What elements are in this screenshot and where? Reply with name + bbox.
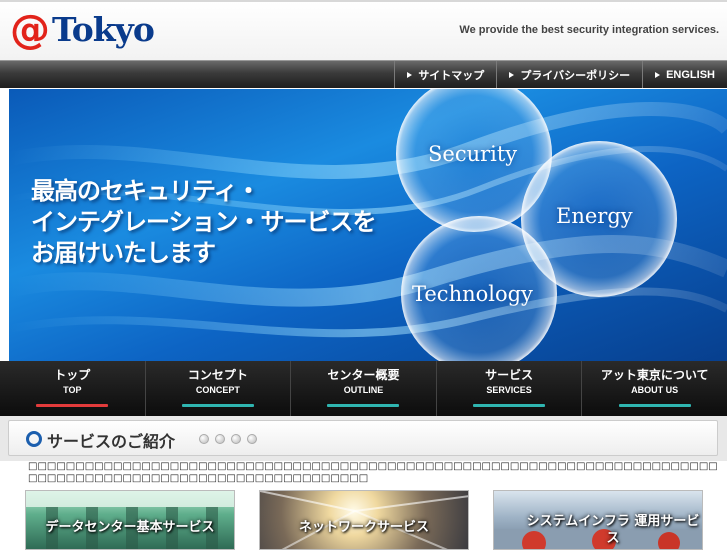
section-header: サービスのご紹介	[8, 420, 718, 456]
card-label: ネットワークサービス	[298, 520, 429, 535]
logo-wordmark: Tokyo	[52, 10, 155, 49]
hero-banner: 最高のセキュリティ・ インテグレーション・サービスを お届けいたします Secu…	[9, 89, 727, 361]
services-body: □□□□□□□□□□□□□□□□□□□□□□□□□□□□□□□□□□□□□□□□…	[0, 461, 727, 550]
hero-headline-line-2: インテグレーション・サービスを	[31, 208, 377, 236]
slide-dots	[199, 434, 257, 444]
nav-item-label: アット東京について	[600, 368, 709, 382]
circle-label-security: Security	[428, 142, 518, 166]
nav-item-top[interactable]: トップ TOP	[0, 361, 145, 416]
triangle-bullet-icon	[655, 71, 661, 78]
site-logo[interactable]: @ Tokyo	[10, 7, 155, 53]
sitemap-link-label: サイトマップ	[418, 69, 485, 82]
english-link-label: ENGLISH	[666, 68, 715, 81]
nav-item-label: センター概要	[327, 368, 400, 382]
nav-item-services[interactable]: サービス SERVICES	[435, 361, 582, 416]
nav-item-sublabel: CONCEPT	[195, 385, 240, 395]
hero-headline-line-3: お届けいたします	[31, 239, 216, 267]
nav-indicator	[473, 404, 546, 407]
nav-indicator	[181, 404, 254, 407]
nav-item-outline[interactable]: センター概要 OUTLINE	[290, 361, 436, 416]
tagline: We provide the best security integration…	[459, 24, 719, 36]
english-link[interactable]: ENGLISH	[642, 61, 727, 88]
card-datacenter[interactable]: データセンター基本サービス	[25, 490, 235, 550]
slide-dot[interactable]	[247, 434, 257, 444]
global-nav: トップ TOP コンセプト CONCEPT センター概要 OUTLINE サービ…	[0, 361, 727, 416]
nav-item-sublabel: ABOUT US	[631, 385, 679, 395]
triangle-bullet-icon	[509, 71, 515, 78]
privacy-policy-link-label: プライバシーポリシー	[520, 69, 631, 82]
triangle-bullet-icon	[407, 71, 413, 78]
card-network[interactable]: ネットワークサービス	[259, 490, 469, 550]
nav-indicator	[618, 404, 691, 407]
nav-indicator	[327, 404, 400, 407]
slide-dot[interactable]	[199, 434, 209, 444]
nav-item-sublabel: OUTLINE	[343, 385, 384, 395]
ring-bullet-icon	[26, 431, 42, 447]
circle-label-technology: Technology	[412, 282, 533, 306]
nav-item-sublabel: SERVICES	[486, 385, 532, 395]
nav-item-sublabel: TOP	[63, 385, 82, 395]
section-title: サービスのご紹介	[47, 432, 176, 451]
nav-item-label: コンセプト	[187, 368, 248, 382]
utility-bar: サイトマップ プライバシーポリシー ENGLISH	[0, 60, 727, 88]
services-description: □□□□□□□□□□□□□□□□□□□□□□□□□□□□□□□□□□□□□□□□…	[28, 461, 718, 484]
card-label: システムインフラ 運用サービス	[526, 514, 700, 546]
card-label: データセンター基本サービス	[45, 520, 215, 535]
sitemap-link[interactable]: サイトマップ	[394, 61, 496, 88]
hero-headline-line-1: 最高のセキュリティ・	[31, 177, 261, 205]
nav-item-label: トップ	[54, 368, 91, 382]
card-system-infra[interactable]: システムインフラ 運用サービス	[493, 490, 703, 550]
logo-at-mark: @	[10, 7, 50, 53]
nav-item-label: サービス	[485, 368, 534, 382]
circle-label-energy: Energy	[556, 204, 633, 228]
site-header: @ Tokyo We provide the best security int…	[0, 0, 727, 60]
nav-item-concept[interactable]: コンセプト CONCEPT	[144, 361, 291, 416]
nav-active-indicator	[36, 404, 109, 407]
privacy-policy-link[interactable]: プライバシーポリシー	[496, 61, 642, 88]
slide-dot[interactable]	[215, 434, 225, 444]
slide-dot[interactable]	[231, 434, 241, 444]
nav-item-about-us[interactable]: アット東京について ABOUT US	[581, 361, 727, 416]
